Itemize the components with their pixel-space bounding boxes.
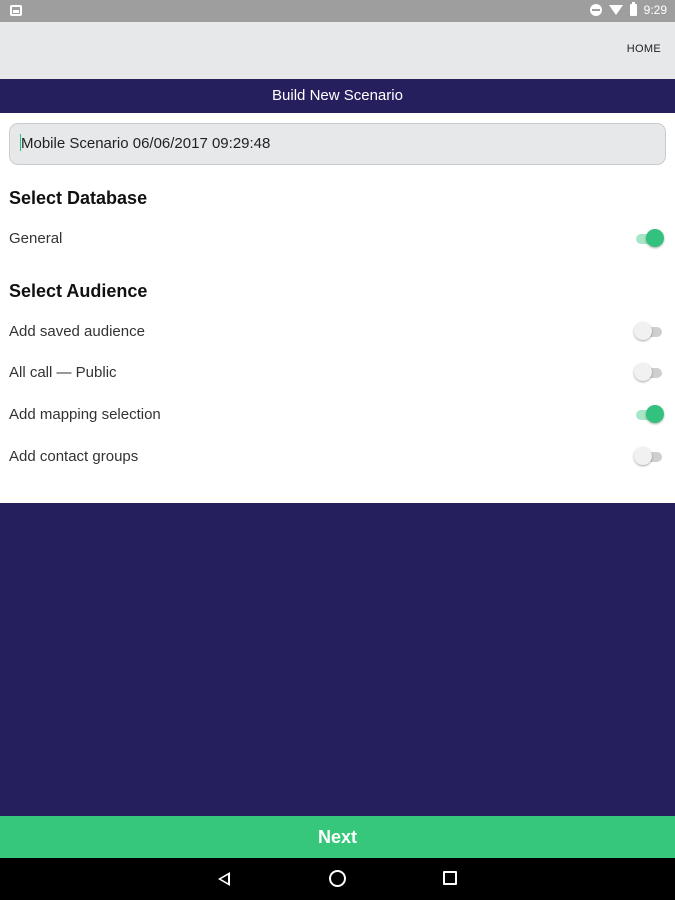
toggle-thumb (646, 405, 664, 423)
system-nav-bar (0, 858, 675, 900)
page-title: Build New Scenario (0, 79, 675, 113)
home-icon[interactable] (329, 870, 346, 887)
audience-label: All call — Public (9, 364, 117, 381)
toggle-thumb (634, 447, 652, 465)
scenario-name-value: Mobile Scenario 06/06/2017 09:29:48 (21, 135, 271, 152)
app-bar: HOME (0, 22, 675, 79)
system-icons: 9:29 (589, 2, 667, 17)
dnd-icon (589, 4, 602, 16)
background-panel (0, 503, 675, 816)
toggle-thumb (646, 229, 664, 247)
audience-row-mapping: Add mapping selection (9, 403, 666, 427)
audience-label: Add mapping selection (9, 406, 161, 423)
database-general-toggle[interactable] (634, 229, 664, 249)
battery-icon (629, 2, 637, 16)
mapping-selection-toggle[interactable] (634, 405, 664, 425)
contact-groups-toggle[interactable] (634, 447, 664, 467)
wifi-icon (608, 5, 623, 15)
status-bar: 9:29 (0, 0, 675, 22)
scenario-form: Mobile Scenario 06/06/2017 09:29:48 Sele… (0, 113, 675, 503)
next-button[interactable]: Next (0, 816, 675, 858)
scenario-name-input[interactable]: Mobile Scenario 06/06/2017 09:29:48 (9, 123, 666, 165)
audience-row-all-call: All call — Public (9, 361, 666, 385)
database-label: General (9, 230, 63, 247)
toggle-thumb (634, 322, 652, 340)
back-icon[interactable] (218, 872, 230, 886)
recents-icon[interactable] (443, 871, 457, 885)
audience-label: Add contact groups (9, 448, 139, 465)
toggle-thumb (634, 363, 652, 381)
all-call-public-toggle[interactable] (634, 363, 664, 383)
notification-icon (10, 5, 22, 16)
audience-row-saved: Add saved audience (9, 320, 666, 344)
home-link[interactable]: HOME (627, 43, 661, 55)
audience-row-contact-groups: Add contact groups (9, 445, 666, 469)
status-time: 9:29 (643, 3, 667, 17)
select-audience-heading: Select Audience (9, 281, 148, 301)
saved-audience-toggle[interactable] (634, 322, 664, 342)
audience-label: Add saved audience (9, 323, 145, 340)
database-row-general: General (9, 227, 666, 251)
select-database-heading: Select Database (9, 188, 148, 208)
